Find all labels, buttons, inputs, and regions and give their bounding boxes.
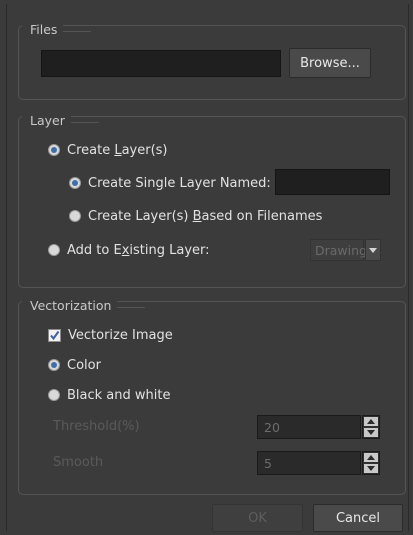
threshold-stepper[interactable] bbox=[362, 415, 380, 439]
browse-button[interactable]: Browse... bbox=[289, 48, 371, 78]
layer-group: Layer Create Layer(s) Create Single Laye… bbox=[18, 113, 406, 288]
color-radio[interactable] bbox=[48, 359, 60, 371]
smooth-label: Smooth bbox=[53, 455, 104, 470]
black-and-white-option[interactable]: Black and white bbox=[48, 386, 170, 404]
smooth-input[interactable]: 5 bbox=[257, 451, 361, 475]
chevron-down-icon bbox=[369, 247, 377, 253]
color-option[interactable]: Color bbox=[48, 356, 101, 374]
files-group-title: Files bbox=[22, 22, 93, 37]
file-path-field[interactable] bbox=[41, 50, 281, 77]
ok-button[interactable]: OK bbox=[212, 504, 303, 532]
vectorize-image-label: Vectorize Image bbox=[68, 327, 173, 343]
create-single-layer-option[interactable]: Create Single Layer Named: bbox=[69, 174, 271, 192]
threshold-up-icon[interactable] bbox=[364, 417, 378, 426]
existing-layer-select[interactable]: Drawing bbox=[310, 239, 367, 261]
vectorization-group: Vectorization Vectorize Image Color Blac… bbox=[18, 298, 406, 495]
black-and-white-label: Black and white bbox=[67, 387, 171, 403]
cancel-button[interactable]: Cancel bbox=[313, 504, 403, 532]
vectorize-image-checkbox[interactable] bbox=[48, 328, 61, 342]
create-single-layer-label: Create Single Layer Named: bbox=[88, 175, 271, 191]
single-layer-name-input[interactable] bbox=[275, 169, 390, 195]
smooth-up-icon[interactable] bbox=[364, 453, 378, 462]
color-label: Color bbox=[67, 357, 101, 373]
vectorization-group-title: Vectorization bbox=[22, 298, 147, 313]
threshold-down-icon[interactable] bbox=[364, 428, 378, 437]
create-layers-based-radio[interactable] bbox=[69, 210, 81, 222]
create-layers-label: Create Layer(s) bbox=[67, 142, 168, 158]
checkmark-icon bbox=[50, 330, 60, 340]
add-existing-layer-option[interactable]: Add to Existing Layer: bbox=[48, 241, 210, 259]
add-existing-layer-label: Add to Existing Layer: bbox=[67, 242, 210, 258]
add-existing-layer-radio[interactable] bbox=[48, 244, 60, 256]
layer-group-title: Layer bbox=[22, 113, 99, 128]
files-group: Files Browse... bbox=[18, 22, 406, 100]
create-layers-based-option[interactable]: Create Layer(s) Based on Filenames bbox=[69, 207, 322, 225]
create-layers-based-label: Create Layer(s) Based on Filenames bbox=[88, 208, 323, 224]
black-and-white-radio[interactable] bbox=[48, 389, 60, 401]
create-single-layer-radio[interactable] bbox=[69, 177, 81, 189]
threshold-input[interactable]: 20 bbox=[257, 415, 361, 439]
create-layers-option[interactable]: Create Layer(s) bbox=[48, 141, 168, 159]
smooth-stepper[interactable] bbox=[362, 451, 380, 475]
smooth-down-icon[interactable] bbox=[364, 464, 378, 473]
existing-layer-dropdown-button[interactable] bbox=[365, 239, 381, 261]
vectorize-image-option[interactable]: Vectorize Image bbox=[48, 326, 173, 344]
import-images-dialog: Files Browse... Layer Create Layer(s) Cr… bbox=[6, 4, 409, 532]
threshold-label: Threshold(%) bbox=[53, 419, 140, 434]
create-layers-radio[interactable] bbox=[48, 144, 60, 156]
